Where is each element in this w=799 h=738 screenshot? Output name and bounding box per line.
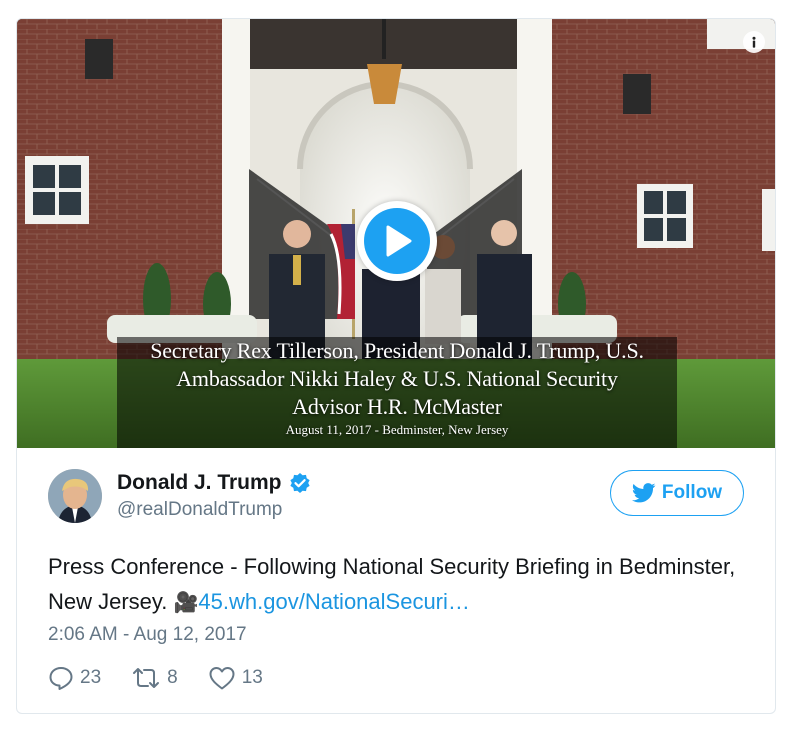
like-button[interactable]: 13 [208, 665, 263, 691]
reply-count: 23 [80, 667, 102, 688]
follow-label: Follow [661, 482, 723, 503]
user-handle[interactable]: @realDonaldTrump [117, 499, 311, 521]
movie-camera-icon: 🎥 [173, 592, 199, 614]
retweet-icon [133, 668, 160, 688]
caption-line-3: Advisor H.R. McMaster [292, 394, 502, 419]
tweet-link[interactable]: 45.wh.gov/NationalSecuri… [198, 589, 469, 614]
reply-icon [49, 667, 73, 690]
display-name[interactable]: Donald J. Trump [117, 471, 282, 495]
play-button[interactable] [357, 201, 437, 281]
retweet-button[interactable]: 8 [131, 666, 178, 690]
author-names: Donald J. Trump @realDonaldTrump [117, 471, 311, 521]
follow-button[interactable]: Follow [610, 470, 744, 516]
retweet-count: 8 [167, 667, 178, 688]
tweet-timestamp[interactable]: 2:06 AM - Aug 12, 2017 [48, 624, 247, 646]
heart-icon [209, 667, 235, 690]
twitter-bird-icon [631, 483, 656, 503]
caption-line-2: Ambassador Nikki Haley & U.S. National S… [176, 366, 618, 391]
display-name-row: Donald J. Trump [117, 471, 311, 495]
caption-date-location: August 11, 2017 - Bedminster, New Jersey [285, 422, 509, 437]
play-icon [364, 208, 430, 274]
tweet-author: Donald J. Trump @realDonaldTrump [48, 469, 311, 523]
info-icon[interactable] [743, 31, 765, 53]
caption-line-1: Secretary Rex Tillerson, President Donal… [150, 338, 644, 363]
tweet-actions: 23 8 13 [48, 665, 293, 691]
avatar[interactable] [48, 469, 102, 523]
tweet-text: Press Conference - Following National Se… [48, 549, 748, 621]
video-thumbnail[interactable]: Secretary Rex Tillerson, President Donal… [17, 19, 775, 448]
verified-badge-icon [289, 472, 311, 494]
video-caption: Secretary Rex Tillerson, President Donal… [117, 337, 677, 439]
like-count: 13 [241, 667, 263, 688]
embedded-tweet-card: Secretary Rex Tillerson, President Donal… [16, 18, 776, 714]
reply-button[interactable]: 23 [48, 665, 101, 691]
